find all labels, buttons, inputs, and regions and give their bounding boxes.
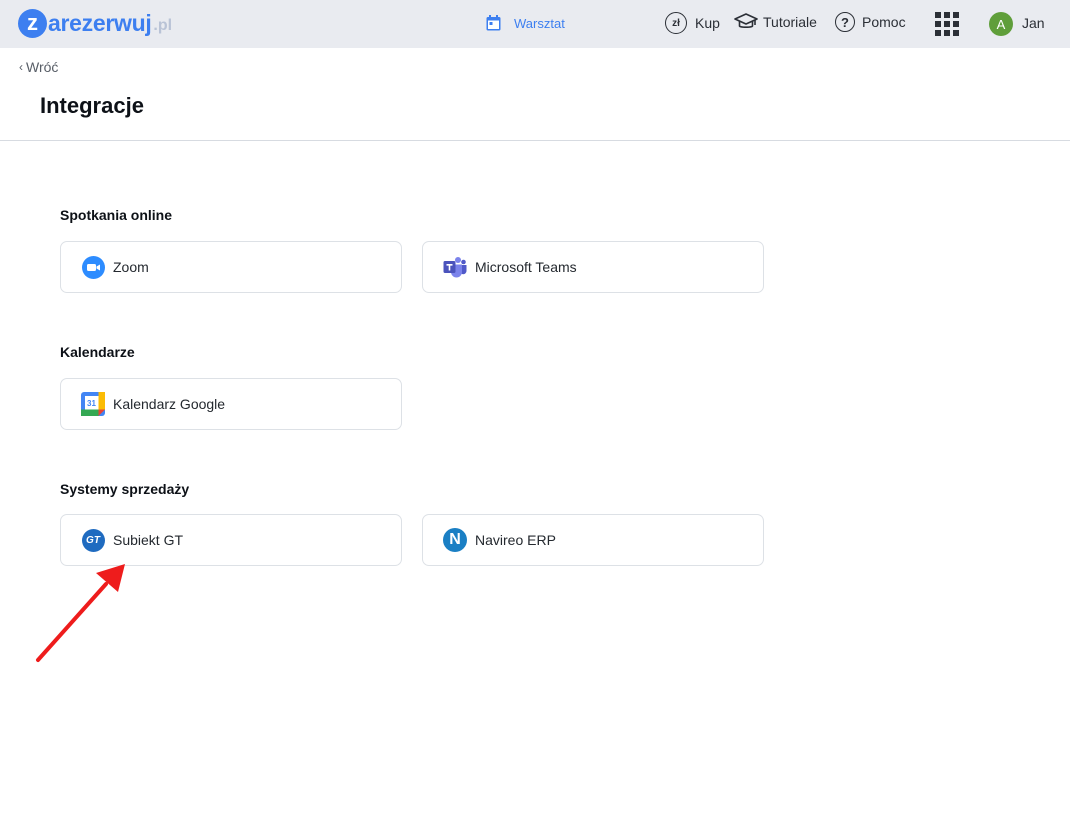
integration-label: Zoom — [113, 259, 149, 275]
tutorials-link[interactable]: Tutoriale — [734, 12, 817, 32]
google-calendar-icon: 31 — [81, 392, 105, 416]
page-title: Integracje — [40, 93, 144, 118]
navireo-icon: N — [443, 528, 467, 552]
microsoft-teams-icon — [443, 255, 467, 279]
integration-card-navireo-erp[interactable]: N Navireo ERP — [422, 514, 764, 566]
logo-mark: z — [18, 8, 47, 38]
help-icon: ? — [835, 12, 855, 32]
avatar[interactable]: A — [989, 12, 1013, 36]
integration-card-subiekt-gt[interactable]: GT Subiekt GT — [60, 514, 402, 566]
help-link[interactable]: ? Pomoc — [835, 12, 906, 32]
tutorials-label: Tutoriale — [763, 14, 817, 30]
subiekt-gt-mark: GT — [81, 528, 105, 552]
section-title-calendars: Kalendarze — [60, 344, 135, 360]
calendar-icon — [486, 15, 501, 31]
currency-icon: zł — [665, 12, 687, 34]
section-title-sales-systems: Systemy sprzedaży — [60, 481, 190, 497]
logo-text: arezerwuj — [48, 9, 152, 36]
subiekt-gt-icon: GT — [81, 528, 105, 552]
help-label: Pomoc — [862, 14, 906, 30]
user-name[interactable]: Jan — [1022, 15, 1045, 31]
calendar-date: 31 — [87, 399, 96, 408]
navireo-mark: N — [443, 528, 467, 552]
apps-grid-icon[interactable] — [935, 12, 959, 36]
chevron-left-icon: ‹ — [19, 60, 23, 74]
graduation-cap-icon — [734, 13, 758, 28]
integration-card-zoom[interactable]: Zoom — [60, 241, 402, 293]
integration-label: Kalendarz Google — [113, 396, 226, 412]
integration-label: Navireo ERP — [475, 532, 556, 548]
top-bar: z arezerwuj .pl Warsztat zł Kup Tutorial… — [0, 0, 1070, 48]
integration-label: Microsoft Teams — [475, 259, 577, 275]
workshop-label: Warsztat — [514, 15, 565, 31]
header-divider — [0, 140, 1070, 141]
annotation-arrow-icon — [36, 564, 125, 662]
integration-card-google-calendar[interactable]: 31 Kalendarz Google — [60, 378, 402, 430]
buy-link[interactable]: zł Kup — [665, 12, 720, 34]
back-label: Wróć — [26, 59, 59, 75]
buy-label: Kup — [695, 15, 720, 31]
zoom-icon — [81, 255, 105, 279]
integration-label: Subiekt GT — [113, 532, 184, 548]
logo[interactable]: z arezerwuj .pl — [18, 8, 172, 38]
workshop-link[interactable]: Warsztat — [486, 15, 565, 31]
back-link[interactable]: ‹ Wróć — [19, 59, 58, 75]
section-title-online-meetings: Spotkania online — [60, 207, 173, 223]
integration-card-microsoft-teams[interactable]: Microsoft Teams — [422, 241, 764, 293]
logo-tld: .pl — [153, 16, 173, 34]
